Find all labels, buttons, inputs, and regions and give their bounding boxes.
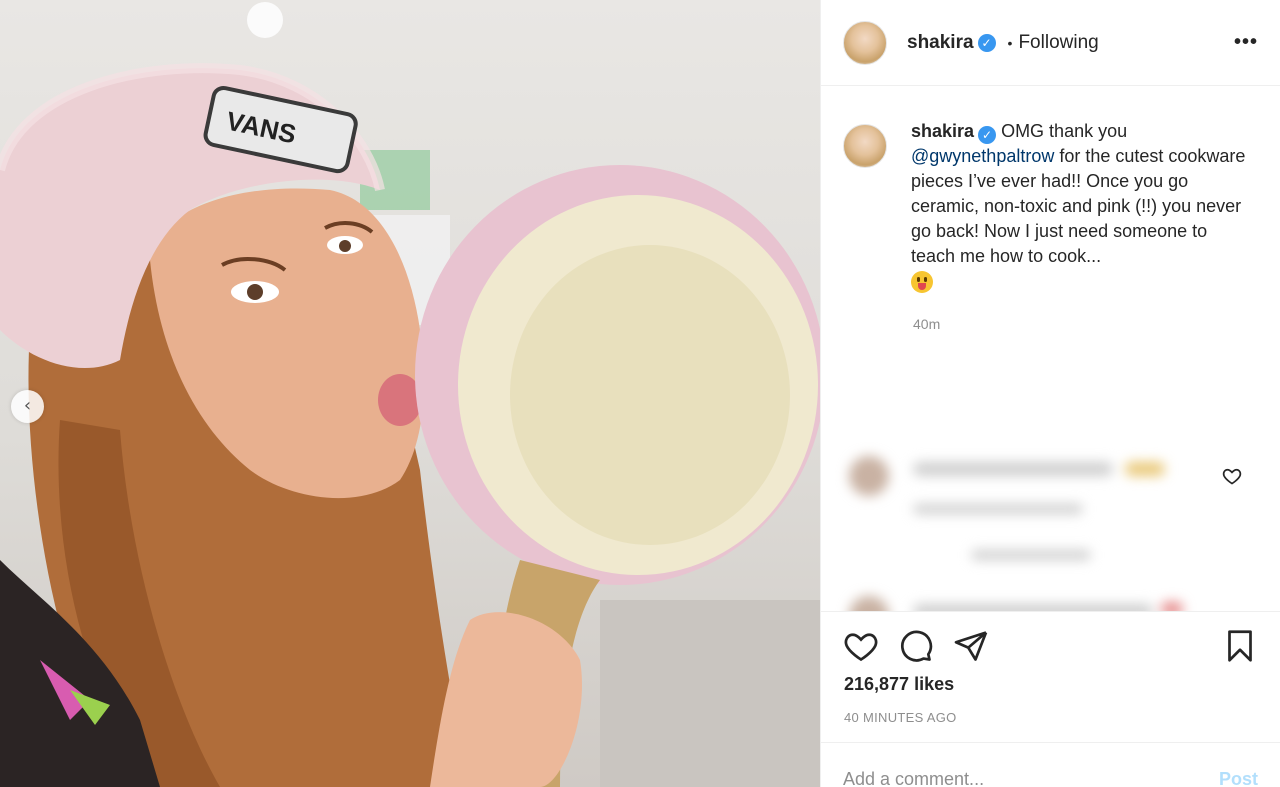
more-horizontal-icon[interactable]: ••• — [1234, 31, 1258, 54]
post-header: shakira ✓ • Following ••• — [821, 0, 1280, 86]
caption-avatar[interactable] — [843, 124, 887, 168]
paper-plane-icon[interactable] — [953, 628, 989, 664]
heart-icon[interactable] — [843, 628, 879, 664]
comment-icon[interactable] — [898, 628, 934, 664]
chevron-left-icon: ‹ — [23, 394, 32, 416]
caption-mention-link[interactable]: @gwynethpaltrow — [911, 146, 1054, 166]
bookmark-icon[interactable] — [1222, 628, 1258, 664]
photo-illustration: VANS — [0, 2, 820, 787]
verified-badge-icon: ✓ — [978, 126, 997, 145]
comment-input[interactable] — [843, 769, 1219, 787]
likes-count[interactable]: 216,877 likes — [844, 674, 954, 695]
blurred-comment — [835, 586, 1205, 611]
carousel-previous-button[interactable]: ‹ — [11, 390, 44, 423]
caption-text: shakira ✓ OMG thank you @gwynethpaltrow f… — [911, 119, 1251, 296]
author-username[interactable]: shakira — [907, 32, 974, 54]
tongue-out-emoji-icon — [911, 271, 933, 294]
author-avatar[interactable] — [843, 20, 887, 65]
caption-body-start: OMG thank you — [1001, 121, 1128, 141]
post-timestamp: 40 MINUTES AGO — [844, 710, 957, 725]
verified-badge-icon: ✓ — [977, 33, 996, 52]
caption-username[interactable]: shakira — [911, 121, 974, 141]
comments-list[interactable]: shakira ✓ OMG thank you @gwynethpaltrow f… — [821, 86, 1280, 612]
following-button[interactable]: Following — [1018, 32, 1098, 54]
comment-like-heart-icon[interactable] — [1222, 466, 1242, 486]
caption-time: 40m — [913, 316, 941, 333]
add-comment-bar: Post — [821, 742, 1280, 787]
separator-dot: • — [1007, 34, 1013, 51]
post-actions — [843, 612, 1258, 682]
blurred-comment — [835, 446, 1205, 586]
post-photo: VANS ‹ — [0, 0, 820, 787]
post-details-panel: shakira ✓ • Following ••• shakira ✓ OMG t… — [820, 0, 1280, 787]
caption: shakira ✓ OMG thank you @gwynethpaltrow f… — [843, 121, 1258, 296]
post-comment-button[interactable]: Post — [1219, 769, 1258, 787]
